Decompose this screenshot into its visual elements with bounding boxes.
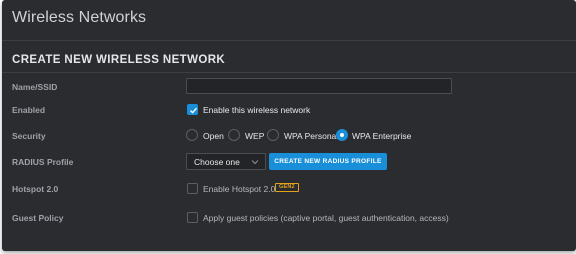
radius-profile-selected: Choose one	[194, 157, 240, 167]
guest-policy-checkbox[interactable]	[187, 212, 198, 223]
title-divider	[2, 40, 576, 41]
radius-profile-label: RADIUS Profile	[12, 157, 74, 167]
security-option-wpa-enterprise[interactable]: WPA Enterprise	[352, 131, 411, 141]
page-title: Wireless Networks	[12, 9, 147, 26]
section-title: CREATE NEW WIRELESS NETWORK	[12, 54, 226, 66]
name-ssid-input[interactable]	[186, 78, 452, 94]
security-option-wep[interactable]: WEP	[245, 131, 264, 141]
security-radio-wpa-personal[interactable]	[267, 129, 279, 141]
security-radio-wpa-enterprise[interactable]	[336, 129, 348, 141]
guest-policy-label: Guest Policy	[12, 213, 64, 223]
enabled-checkbox-label[interactable]: Enable this wireless network	[203, 105, 310, 115]
chevron-down-icon	[251, 160, 259, 165]
security-radio-open[interactable]	[186, 129, 198, 141]
guest-policy-checkbox-label[interactable]: Apply guest policies (captive portal, gu…	[203, 213, 449, 223]
radius-profile-select[interactable]: Choose one	[186, 153, 266, 170]
hotspot-checkbox-label[interactable]: Enable Hotspot 2.0	[203, 184, 275, 194]
section-divider	[2, 72, 576, 73]
create-radius-profile-button[interactable]: CREATE NEW RADIUS PROFILE	[269, 153, 387, 170]
security-option-open[interactable]: Open	[203, 131, 224, 141]
security-option-wpa-personal[interactable]: WPA Personal	[284, 131, 338, 141]
checkmark-icon	[190, 107, 198, 114]
enabled-label: Enabled	[12, 105, 46, 115]
security-label: Security	[12, 131, 46, 141]
hotspot-label: Hotspot 2.0	[12, 184, 59, 194]
gen2-badge: GEN2	[275, 183, 299, 192]
hotspot-checkbox[interactable]	[187, 183, 198, 194]
security-radio-wep[interactable]	[228, 129, 240, 141]
wireless-networks-panel: Wireless Networks CREATE NEW WIRELESS NE…	[2, 0, 576, 251]
enabled-checkbox[interactable]	[187, 104, 198, 115]
name-ssid-label: Name/SSID	[12, 82, 58, 92]
